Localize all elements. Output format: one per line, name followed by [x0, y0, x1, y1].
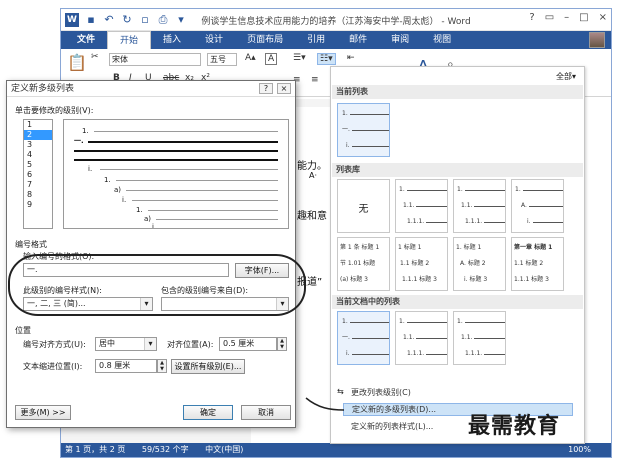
level-item-selected[interactable]: 2: [24, 130, 52, 140]
char-border-icon[interactable]: A: [265, 53, 278, 65]
list-thumb-library[interactable]: 1. 标题 1 A. 标题 2 i. 标题 3: [453, 237, 506, 291]
level-item[interactable]: 6: [24, 170, 52, 180]
level-item[interactable]: 7: [24, 180, 52, 190]
number-style-label: 此级别的编号样式(N):: [23, 286, 102, 295]
number-alignment-select[interactable]: 居中: [95, 337, 157, 351]
font-name-combo[interactable]: 宋体: [109, 53, 201, 66]
tab-view[interactable]: 视图: [421, 31, 463, 49]
doc-snippet: 趣和意: [297, 211, 327, 222]
font-button[interactable]: 字体(F)...: [235, 263, 289, 278]
list-thumb-document[interactable]: 1. 一. i.: [337, 311, 390, 365]
title-bar: W ▪ ↶ ↻ ▫ ⎙ ▾ 例谈学生信息技术应用能力的培养（江苏海安中学-周太彪…: [61, 9, 611, 31]
help-control[interactable]: ?: [529, 12, 534, 23]
tab-home[interactable]: 开始: [107, 31, 152, 49]
align-at-input[interactable]: 0.5 厘米: [219, 337, 277, 351]
list-thumb-library[interactable]: 第一章 标题 1 1.1 标题 2 1.1.1 标题 3: [511, 237, 564, 291]
section-current-list: 当前列表: [332, 85, 583, 99]
list-thumb-document[interactable]: 1. 1.1. 1.1.1.: [395, 311, 448, 365]
text-indent-input[interactable]: 0.8 厘米: [95, 359, 157, 373]
tab-insert[interactable]: 插入: [151, 31, 193, 49]
include-level-label: 包含的级别编号来自(D):: [161, 286, 249, 295]
level-list[interactable]: 1 2 3 4 5 6 7 8 9: [23, 119, 53, 229]
cut-icon[interactable]: ✂: [91, 52, 99, 62]
paste-icon[interactable]: 📋: [67, 53, 87, 72]
zoom-level[interactable]: 100%: [568, 443, 591, 457]
list-preview: 1. 一. i. 1. a) i. 1. a) i.: [63, 119, 289, 229]
number-format-input[interactable]: 一.: [23, 263, 229, 277]
define-list-style-command[interactable]: 定义新的列表样式(L)...: [351, 421, 433, 432]
minimize-control[interactable]: –: [564, 12, 569, 23]
numbering-format-title: 编号格式: [15, 240, 47, 249]
number-style-select[interactable]: 一, 二, 三 (简)...: [23, 297, 153, 311]
level-item[interactable]: 4: [24, 150, 52, 160]
watermark-logo: 最需教育: [468, 414, 561, 439]
list-thumb-library[interactable]: 1 标题 1 1.1 标题 2 1.1.1 标题 3: [395, 237, 448, 291]
bullets-icon[interactable]: ☰▾: [293, 53, 306, 63]
level-item[interactable]: 8: [24, 190, 52, 200]
status-language[interactable]: 中文(中国): [205, 445, 243, 454]
multilevel-list-icon[interactable]: ☷▾: [317, 53, 336, 65]
text-indent-spinner[interactable]: ▲ ▼: [157, 359, 167, 373]
avatar[interactable]: [589, 32, 605, 48]
change-level-icon: ⇆: [337, 387, 344, 396]
tab-mailings[interactable]: 邮件: [337, 31, 379, 49]
section-list-library: 列表库: [332, 163, 583, 177]
position-title: 位置: [15, 326, 31, 335]
cancel-button[interactable]: 取消: [241, 405, 291, 420]
set-all-levels-button[interactable]: 设置所有级别(E)...: [171, 359, 245, 374]
enter-format-label: 输入编号的格式(O):: [23, 252, 95, 261]
define-multilevel-list-dialog: 定义新多级列表 ? × 单击要修改的级别(V): 1 2 3 4 5 6 7 8…: [6, 80, 296, 428]
maximize-control[interactable]: □: [579, 12, 588, 23]
tab-references[interactable]: 引用: [295, 31, 337, 49]
list-thumb-library[interactable]: 1. A. i.: [511, 179, 564, 233]
number-alignment-label: 编号对齐方式(U):: [23, 340, 86, 349]
close-control[interactable]: ×: [599, 12, 607, 23]
list-thumb-library[interactable]: 第 1 条 标题 1 节 1.01 标题 (a) 标题 3: [337, 237, 390, 291]
dialog-help-button[interactable]: ?: [259, 83, 273, 94]
ribbon-tabs: 文件 开始 插入 设计 页面布局 引用 邮件 审阅 视图: [61, 31, 611, 49]
window-controls: ? ▭ – □ ×: [529, 12, 607, 23]
status-page[interactable]: 第 1 页，共 2 页: [65, 445, 125, 454]
change-list-level-command[interactable]: 更改列表级别(C): [351, 387, 411, 398]
dialog-title: 定义新多级列表: [7, 81, 295, 97]
section-lists-in-document: 当前文档中的列表: [332, 295, 583, 309]
level-item[interactable]: 3: [24, 140, 52, 150]
more-options-button[interactable]: 更多(M) >>: [15, 405, 71, 420]
font-size-grow-icon[interactable]: A▴: [245, 53, 256, 63]
decrease-indent-icon[interactable]: ⇤: [347, 53, 355, 63]
doc-snippet: A·: [309, 171, 318, 180]
ribbon-display-control[interactable]: ▭: [545, 12, 554, 23]
status-bar: 第 1 页，共 2 页 59/532 个字 中文(中国) 100%: [61, 443, 611, 457]
tab-layout[interactable]: 页面布局: [235, 31, 295, 49]
list-thumb-none[interactable]: 无: [337, 179, 390, 233]
level-label: 单击要修改的级别(V):: [15, 106, 94, 115]
list-thumb-library[interactable]: 1. 1.1. 1.1.1.: [453, 179, 506, 233]
level-item[interactable]: 5: [24, 160, 52, 170]
align-center-icon[interactable]: ≡: [311, 75, 319, 85]
font-size-combo[interactable]: 五号: [207, 53, 237, 66]
dialog-close-button[interactable]: ×: [277, 83, 291, 94]
doc-snippet: 能力。: [297, 161, 327, 172]
text-indent-label: 文本缩进位置(I):: [23, 362, 83, 371]
include-level-select[interactable]: [161, 297, 289, 311]
align-at-label: 对齐位置(A):: [167, 340, 214, 349]
panel-filter-dropdown[interactable]: 全部▾: [556, 71, 576, 82]
list-thumb-document[interactable]: 1. 1.1. 1.1.1.: [453, 311, 506, 365]
ok-button[interactable]: 确定: [183, 405, 233, 420]
level-item[interactable]: 1: [24, 120, 52, 130]
tab-design[interactable]: 设计: [193, 31, 235, 49]
multilevel-list-panel: 全部▾ 当前列表 1. 一. i. 列表库 无 1. 1.1. 1.1.1. 1…: [330, 66, 585, 444]
list-thumb-current[interactable]: 1. 一. i.: [337, 103, 390, 157]
status-words[interactable]: 59/532 个字: [142, 445, 189, 454]
doc-snippet: 报道”: [297, 277, 323, 288]
list-thumb-library[interactable]: 1. 1.1. 1.1.1.: [395, 179, 448, 233]
align-at-spinner[interactable]: ▲ ▼: [277, 337, 287, 351]
level-item[interactable]: 9: [24, 200, 52, 210]
tab-file[interactable]: 文件: [65, 31, 108, 49]
tab-review[interactable]: 审阅: [379, 31, 421, 49]
